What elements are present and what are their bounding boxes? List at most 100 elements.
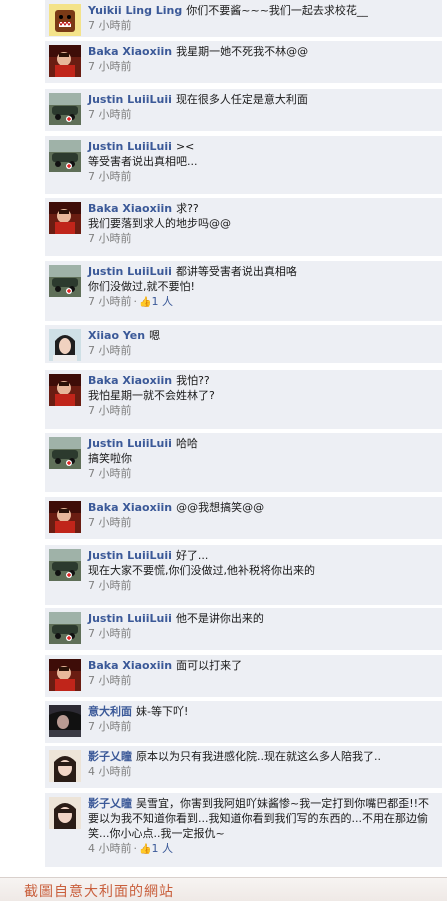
avatar[interactable] [49, 202, 81, 234]
avatar[interactable] [49, 140, 81, 172]
comment: Justin LuiiLuii 都讲等受害者说出真相咯 你们没做过,就不要怕! 7 小… [45, 261, 442, 321]
commenter-name-link[interactable]: Yuikii Ling Ling [88, 4, 182, 17]
comment: Baka Xiaoxiin @@我想搞笑@@ 7 小時前 [45, 497, 442, 539]
comment: Xiiao Yen 嗯 7 小時前 [45, 325, 442, 363]
comment-timestamp[interactable]: 7 小時前 [88, 60, 132, 73]
avatar[interactable] [49, 265, 81, 297]
commenter-name-link[interactable]: Justin LuiiLuii [88, 265, 172, 278]
comment-body: Xiiao Yen 嗯 7 小時前 [88, 328, 436, 359]
comment-meta: 7 小時前 [88, 18, 436, 34]
comment-text-line2: 我们要落到求人的地步吗@@ [88, 217, 231, 230]
comment: Justin LuiiLuii 他不是讲你出来的 7 小時前 [45, 608, 442, 650]
commenter-name-link[interactable]: Xiiao Yen [88, 329, 145, 342]
comment-text: 哈哈 [175, 437, 198, 450]
comment-text-line2: 你们没做过,就不要怕! [88, 280, 195, 293]
comment-meta: 7 小時前 [88, 231, 436, 247]
comment-timestamp[interactable]: 7 小時前 [88, 579, 132, 592]
comment-text: 他不是讲你出来的 [175, 612, 264, 625]
commenter-name-link[interactable]: Baka Xiaoxiin [88, 45, 172, 58]
comment: Baka Xiaoxiin 面可以打来了 7 小時前 [45, 655, 442, 697]
comment: Baka Xiaoxiin 我星期一她不死我不林@@ 7 小時前 [45, 41, 442, 83]
comment-timestamp[interactable]: 7 小時前 [88, 516, 132, 529]
comment-meta: 7 小時前 [88, 466, 436, 482]
commenter-name-link[interactable]: Baka Xiaoxiin [88, 659, 172, 672]
comment-timestamp[interactable]: 7 小時前 [88, 295, 132, 308]
avatar[interactable] [49, 705, 81, 737]
comment-body: Baka Xiaoxiin 面可以打来了 7 小時前 [88, 658, 436, 689]
commenter-name-link[interactable]: 影子乂瞳 [88, 797, 132, 810]
comment-timestamp[interactable]: 7 小時前 [88, 674, 132, 687]
comment-meta: 7 小時前 [88, 107, 436, 123]
avatar[interactable] [49, 659, 81, 691]
comment-timestamp[interactable]: 7 小時前 [88, 170, 132, 183]
comment-text: 面可以打来了 [176, 659, 243, 672]
like-thumb-icon: 👍 [139, 297, 152, 308]
comment-text: 求?? [176, 202, 199, 215]
comment-meta: 7 小時前 · 👍1 人 [88, 294, 436, 311]
comment-timestamp[interactable]: 7 小時前 [88, 404, 132, 417]
avatar[interactable] [49, 329, 81, 361]
commenter-name-link[interactable]: Baka Xiaoxiin [88, 374, 172, 387]
comment-text: 嗯 [149, 329, 161, 342]
comment-body: Baka Xiaoxiin 我星期一她不死我不林@@ 7 小時前 [88, 44, 436, 75]
comment: 影子乂瞳 吴雪宜，你害到我阿姐吖妹酱惨~我一定打到你嘴巴都歪!!不要以为我不知道你… [45, 793, 442, 867]
commenter-name-link[interactable]: 影子乂瞳 [88, 750, 132, 763]
comment-timestamp[interactable]: 7 小時前 [88, 467, 132, 480]
avatar[interactable] [49, 93, 81, 125]
comment-text: @@我想搞笑@@ [176, 501, 265, 514]
comment-timestamp[interactable]: 7 小時前 [88, 344, 132, 357]
comment-timestamp[interactable]: 7 小時前 [88, 627, 132, 640]
avatar[interactable] [49, 374, 81, 406]
comment-timestamp[interactable]: 7 小時前 [88, 19, 132, 32]
comment-body: Baka Xiaoxiin @@我想搞笑@@ 7 小時前 [88, 500, 436, 531]
avatar[interactable] [49, 45, 81, 77]
avatar[interactable] [49, 4, 81, 36]
avatar[interactable] [49, 549, 81, 581]
comment-body: Baka Xiaoxiin 求?? 我们要落到求人的地步吗@@ 7 小時前 [88, 201, 436, 247]
avatar[interactable] [49, 612, 81, 644]
commenter-name-link[interactable]: Baka Xiaoxiin [88, 202, 172, 215]
comment-body: Yuikii Ling Ling 你们不要酱~~~我们一起去求校花__ 7 小時前 [88, 3, 436, 34]
like-thumb-icon: 👍 [139, 844, 152, 855]
commenter-name-link[interactable]: Baka Xiaoxiin [88, 501, 172, 514]
comment-body: Justin LuiiLuii 都讲等受害者说出真相咯 你们没做过,就不要怕! 7 小… [88, 264, 436, 311]
commenter-name-link[interactable]: Justin LuiiLuii [88, 549, 172, 562]
comment-timestamp[interactable]: 4 小時前 [88, 765, 132, 778]
avatar[interactable] [49, 437, 81, 469]
comment-timestamp[interactable]: 7 小時前 [88, 108, 132, 121]
commenter-name-link[interactable]: Justin LuiiLuii [88, 437, 172, 450]
commenter-name-link[interactable]: 意大利面 [88, 705, 132, 718]
comment-timestamp[interactable]: 4 小時前 [88, 842, 132, 855]
comment: Justin LuiiLuii 现在很多人任定是意大利面 7 小時前 [45, 89, 442, 131]
commenter-name-link[interactable]: Justin LuiiLuii [88, 140, 172, 153]
comment-body: Justin LuiiLuii >< 等受害者说出真相吧... 7 小時前 [88, 139, 436, 185]
comment-text: 我星期一她不死我不林@@ [176, 45, 309, 58]
comment-text: 现在很多人任定是意大利面 [175, 93, 308, 106]
comment: Justin LuiiLuii 哈哈 搞笑啦你 7 小時前 [45, 433, 442, 492]
comment-meta: 7 小時前 [88, 59, 436, 75]
avatar[interactable] [49, 501, 81, 533]
avatar[interactable] [49, 797, 81, 829]
comment-meta: 7 小時前 [88, 719, 436, 735]
watermark: 截圖自意大利面的網站 [0, 877, 447, 901]
comment-text-line2: 我怕星期一就不会姓林了? [88, 389, 215, 402]
comment-body: Justin LuiiLuii 哈哈 搞笑啦你 7 小時前 [88, 436, 436, 482]
avatar[interactable] [49, 750, 81, 782]
comment-text-line2: 等受害者说出真相吧... [88, 155, 198, 168]
comment-text: >< [175, 140, 195, 153]
comment: Yuikii Ling Ling 你们不要酱~~~我们一起去求校花__ 7 小時前 [45, 0, 442, 37]
comment-text: 好了... [175, 549, 209, 562]
comment-meta: 7 小時前 [88, 515, 436, 531]
comment-timestamp[interactable]: 7 小時前 [88, 720, 132, 733]
comment-text: 我怕?? [176, 374, 210, 387]
comment-timestamp[interactable]: 7 小時前 [88, 232, 132, 245]
comment-text: 都讲等受害者说出真相咯 [175, 265, 297, 278]
like-count-link[interactable]: 1 人 [151, 295, 173, 308]
like-count-link[interactable]: 1 人 [151, 842, 173, 855]
commenter-name-link[interactable]: Justin LuiiLuii [88, 93, 172, 106]
comment-meta: 7 小時前 [88, 626, 436, 642]
comment-meta: 7 小時前 [88, 169, 436, 185]
comment-body: 影子乂瞳 吴雪宜，你害到我阿姐吖妹酱惨~我一定打到你嘴巴都歪!!不要以为我不知道你… [88, 796, 436, 858]
comment-body: 意大利面 妹-等下吖! 7 小時前 [88, 704, 436, 735]
commenter-name-link[interactable]: Justin LuiiLuii [88, 612, 172, 625]
